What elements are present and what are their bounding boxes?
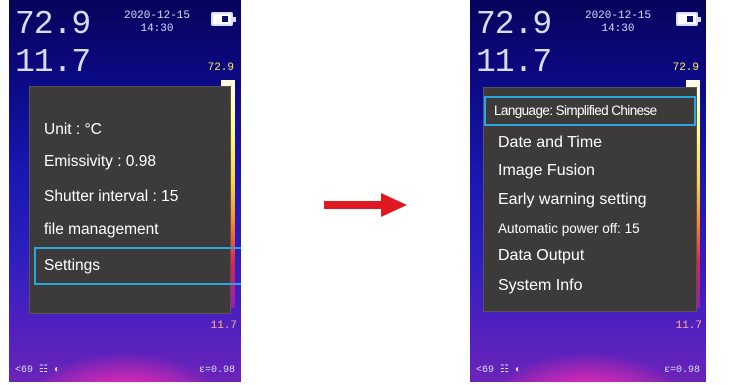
datetime: 2020-12-15 14:30: [111, 10, 203, 36]
datetime: 2020-12-15 14:30: [572, 10, 664, 36]
menu-item-date-time[interactable]: Date and Time: [498, 134, 602, 152]
date-label: 2020-12-15: [584, 10, 651, 22]
right-arrow-icon: [318, 201, 382, 209]
min-temperature: 11.7: [476, 44, 552, 81]
menu-item-system-info[interactable]: System Info: [498, 277, 582, 295]
status-icons: <69 ☷ ◐: [15, 365, 60, 376]
menu-item-file-management[interactable]: file management: [44, 221, 159, 239]
battery-icon: [676, 12, 701, 26]
thermal-screen-left: 72.9 11.7 2020-12-15 14:30 72.9 11.7 <69…: [9, 0, 241, 382]
emissivity-status: ε=0.98: [663, 365, 700, 376]
scale-max-label: 72.9: [207, 62, 234, 74]
menu-item-data-output[interactable]: Data Output: [498, 247, 584, 265]
menu-item-unit[interactable]: Unit : °C: [44, 121, 102, 139]
thermal-screen-right: 72.9 11.7 2020-12-15 14:30 72.9 11.7 <69…: [470, 0, 706, 382]
date-label: 2020-12-15: [123, 10, 190, 22]
menu-item-settings[interactable]: Settings: [44, 257, 100, 275]
emissivity-status: ε=0.98: [198, 365, 235, 376]
arrow-tail: [318, 201, 324, 209]
settings-menu: Language: Simplified Chinese Date and Ti…: [483, 87, 697, 312]
battery-icon: [211, 12, 236, 26]
time-label: 14:30: [140, 23, 174, 35]
menu-item-early-warning[interactable]: Early warning setting: [498, 191, 647, 209]
menu-item-emissivity[interactable]: Emissivity : 0.98: [44, 153, 156, 171]
scale-min-label: 11.7: [675, 320, 702, 332]
status-icons: <69 ☷ ◐: [476, 365, 521, 376]
menu-item-auto-power-off[interactable]: Automatic power off: 15: [498, 221, 640, 236]
max-temperature: 72.9: [15, 6, 91, 43]
max-temperature: 72.9: [476, 6, 552, 43]
scale-max-label: 72.9: [672, 62, 699, 74]
scale-min-label: 11.7: [210, 320, 237, 332]
menu-item-language[interactable]: Language: Simplified Chinese: [494, 103, 657, 118]
menu-item-shutter-interval[interactable]: Shutter interval : 15: [44, 188, 178, 206]
main-menu: Unit : °C Emissivity : 0.98 Shutter inte…: [29, 86, 241, 314]
menu-item-image-fusion[interactable]: Image Fusion: [498, 162, 595, 180]
time-label: 14:30: [601, 23, 635, 35]
arrow-head: [381, 193, 407, 217]
min-temperature: 11.7: [15, 44, 91, 81]
